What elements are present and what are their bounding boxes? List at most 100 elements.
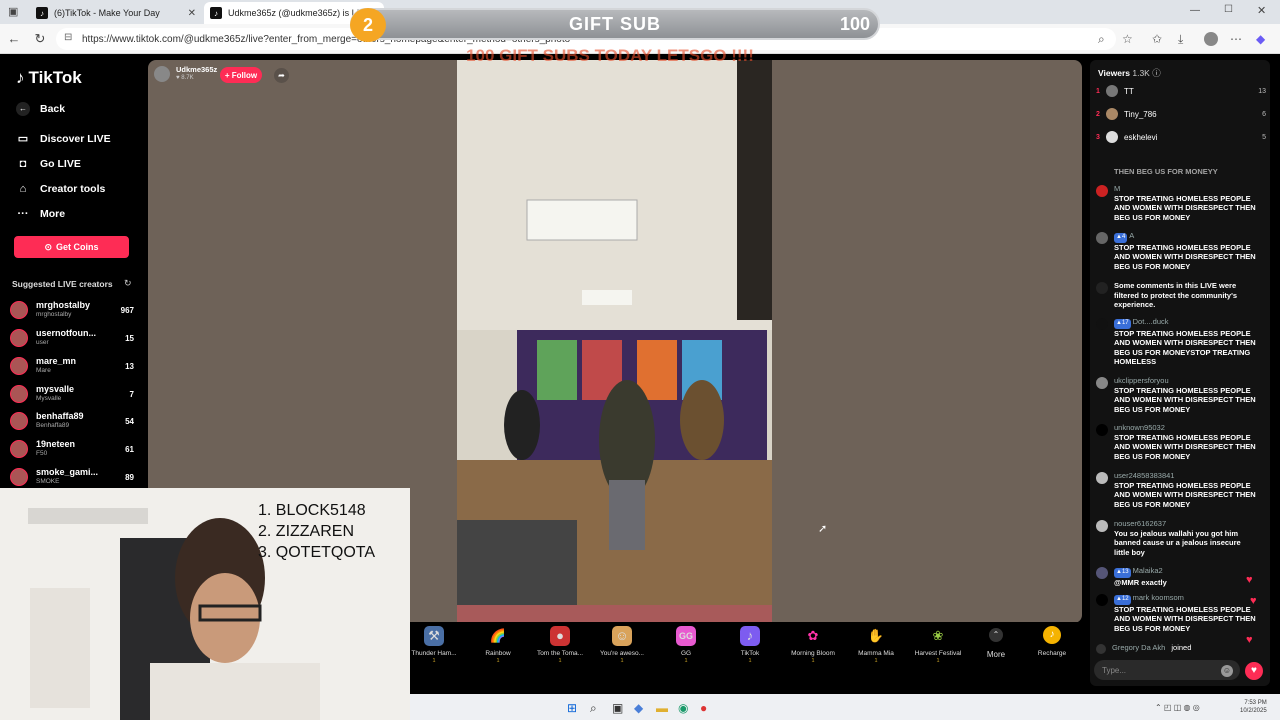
clock-time: 7:53 PM	[1244, 700, 1267, 706]
back-arrow-icon[interactable]: ←	[6, 31, 22, 46]
host-info[interactable]: Udkme365z ♥ 8.7K	[154, 66, 217, 82]
file-explorer-icon[interactable]: ▬	[656, 701, 668, 715]
gift-item[interactable]: ✋ Mamma Mia 1	[844, 626, 908, 664]
chat-message[interactable]: nouser6162637 You so jealous wallahi you …	[1096, 519, 1256, 557]
app-icon[interactable]: ●	[700, 701, 707, 715]
gift-item[interactable]: 🌈 Rainbow 1	[466, 626, 530, 664]
maximize-icon[interactable]: ☐	[1224, 4, 1233, 15]
edge-icon[interactable]: ◉	[678, 701, 688, 715]
close-window-icon[interactable]: ✕	[1257, 4, 1266, 17]
gift-price: 1	[558, 658, 562, 664]
suggested-creator[interactable]: smoke_gami... SMOKE 89	[10, 465, 134, 489]
top-viewer[interactable]: 1 TT 13	[1096, 83, 1266, 99]
heart-icon: ♥	[1250, 595, 1257, 607]
gift-item[interactable]: ✿ Morning Bloom 1	[781, 626, 845, 664]
level-badge: ▲17	[1114, 319, 1131, 329]
sidebar-item-more[interactable]: ··· More	[16, 208, 66, 220]
chat-text: You so jealous wallahi you got him banne…	[1114, 528, 1241, 557]
recharge-button[interactable]: ♪ Recharge	[1030, 626, 1074, 657]
chat-message[interactable]: ukclippersforyou STOP TREATING HOMELESS P…	[1096, 376, 1256, 414]
more-gifts-button[interactable]: ⌃ More	[980, 628, 1012, 659]
task-view-icon[interactable]: ▣	[612, 701, 623, 715]
host-name: Udkme365z	[176, 65, 218, 74]
chat-message[interactable]: unknown95032 STOP TREATING HOMELESS PEOPL…	[1096, 423, 1256, 461]
suggested-creator[interactable]: mrghostalby mrghostalby 967	[10, 298, 134, 322]
gift-item[interactable]: ♪ TikTok 1	[718, 626, 782, 664]
chat-username: mark koomsom	[1132, 593, 1184, 602]
viewer-rank: 2	[1096, 110, 1100, 118]
tab-tiktok-home[interactable]: ♪ (6)TikTok - Make Your Day ✕	[30, 2, 202, 24]
share-icon[interactable]: ➦	[274, 68, 289, 83]
system-tray-icons[interactable]: ⌃ ◰ ◫ ◍ ◎	[1155, 703, 1200, 712]
logo-text: TikTok	[28, 68, 82, 87]
gift-item[interactable]: ● Tom the Toma... 1	[528, 626, 592, 664]
site-info-icon[interactable]: ⊟	[64, 32, 72, 43]
gift-item[interactable]: ❀ Harvest Festival 1	[906, 626, 970, 664]
viewers-header[interactable]: Viewers 1.3K ⓘ	[1098, 67, 1161, 79]
suggested-creator[interactable]: mare_mn Mare 13	[10, 354, 134, 378]
more-dots-icon: ···	[17, 208, 29, 220]
chat-message[interactable]: user24858383841 STOP TREATING HOMELESS PE…	[1096, 471, 1256, 509]
close-tab-icon[interactable]: ✕	[188, 8, 196, 19]
zoom-icon[interactable]: ⌕	[1098, 32, 1105, 47]
copilot-taskbar-icon[interactable]: ◆	[634, 701, 643, 715]
avatar	[10, 468, 28, 486]
gift-item[interactable]: ⚒ Thunder Ham... 1	[402, 626, 466, 664]
suggested-creator[interactable]: benhaffa89 Benhaffa89 54	[10, 409, 134, 433]
creator-name: 19neteen	[36, 439, 76, 449]
download-icon[interactable]: ⤓	[1178, 32, 1183, 47]
emoji-icon[interactable]: ☺	[1221, 665, 1233, 677]
level-badge: ▲13	[1114, 568, 1131, 578]
favorites-icon[interactable]: ✩	[1152, 32, 1162, 46]
top-viewer[interactable]: 3 eskhelevi 5	[1096, 129, 1266, 145]
like-heart-button[interactable]: ♥	[1245, 662, 1263, 680]
refresh-icon[interactable]: ↻	[124, 278, 132, 289]
tiktok-gift-icon: ♪	[740, 626, 760, 646]
copilot-icon[interactable]: ◆	[1256, 32, 1265, 46]
suggested-creator[interactable]: usernotfoun... user 15	[10, 326, 134, 350]
chat-text: STOP TREATING HOMELESS PEOPLE AND WOMEN …	[1114, 604, 1256, 633]
start-icon[interactable]: ⊞	[567, 701, 577, 715]
refresh-icon[interactable]: ↻	[32, 31, 48, 47]
tiktok-logo[interactable]: ♪ TikTok	[16, 68, 82, 88]
live-video-frame[interactable]	[457, 60, 772, 622]
recharge-label: Recharge	[1037, 650, 1067, 657]
chat-message[interactable]: ▲4 A STOP TREATING HOMELESS PEOPLE AND WOM…	[1096, 231, 1256, 271]
gift-item[interactable]: ☺ You're aweso... 1	[590, 626, 654, 664]
follow-button[interactable]: + Follow	[220, 67, 262, 83]
mouse-cursor-icon: ➚	[818, 523, 828, 535]
viewer-count: 15	[125, 333, 134, 343]
menu-dots-icon[interactable]: ⋯	[1230, 32, 1242, 46]
level-value: 13	[1121, 569, 1129, 575]
chat-message[interactable]: ▲13 Malaika2 @MMR exactly	[1096, 566, 1256, 587]
gg-gift-icon: GG	[676, 626, 696, 646]
chat-message[interactable]: ▲17 Dot....duck STOP TREATING HOMELESS PEO…	[1096, 317, 1256, 367]
chat-input[interactable]: Type...	[1094, 660, 1240, 680]
sidebar-item-creator-tools[interactable]: ⌂ Creator tools	[16, 183, 106, 195]
sidebar-item-discover-live[interactable]: ▭ Discover LIVE	[16, 132, 111, 146]
top-viewer[interactable]: 2 Tiny_786 6	[1096, 106, 1266, 122]
suggested-creator[interactable]: mysvalle Mysvalle 7	[10, 382, 134, 406]
favorite-star-icon[interactable]: ☆	[1122, 32, 1133, 46]
gift-price: 1	[936, 658, 940, 664]
gift-name: Thunder Ham...	[411, 650, 457, 657]
gift-item[interactable]: GG GG 1	[654, 626, 718, 664]
suggested-creator[interactable]: 19neteen F50 61	[10, 437, 134, 461]
gift-name: Morning Bloom	[791, 650, 835, 657]
viewer-count: 13	[125, 361, 134, 371]
avatar	[10, 357, 28, 375]
back-link[interactable]: ← Back	[16, 102, 65, 116]
system-clock[interactable]: 7:53 PM 10/2/2025	[1240, 699, 1267, 715]
sidebar-item-go-live[interactable]: ◘ Go LIVE	[16, 158, 81, 170]
avatar	[1106, 131, 1118, 143]
minimize-icon[interactable]: —	[1190, 5, 1200, 16]
chat-message[interactable]: M STOP TREATING HOMELESS PEOPLE AND WOMEN…	[1096, 184, 1256, 222]
chat-message[interactable]: ▲12 mark koomsom STOP TREATING HOMELESS PE…	[1096, 593, 1256, 633]
search-icon[interactable]: ⌕	[590, 701, 597, 716]
profile-avatar[interactable]	[1204, 32, 1218, 46]
tab-actions-icon[interactable]: ▣	[8, 5, 18, 18]
camera-icon: ◘	[19, 158, 27, 170]
mamma-mia-gift-icon: ✋	[867, 628, 885, 643]
chat-username: Dot....duck	[1132, 317, 1169, 326]
get-coins-button[interactable]: ⊙ Get Coins	[14, 236, 129, 258]
